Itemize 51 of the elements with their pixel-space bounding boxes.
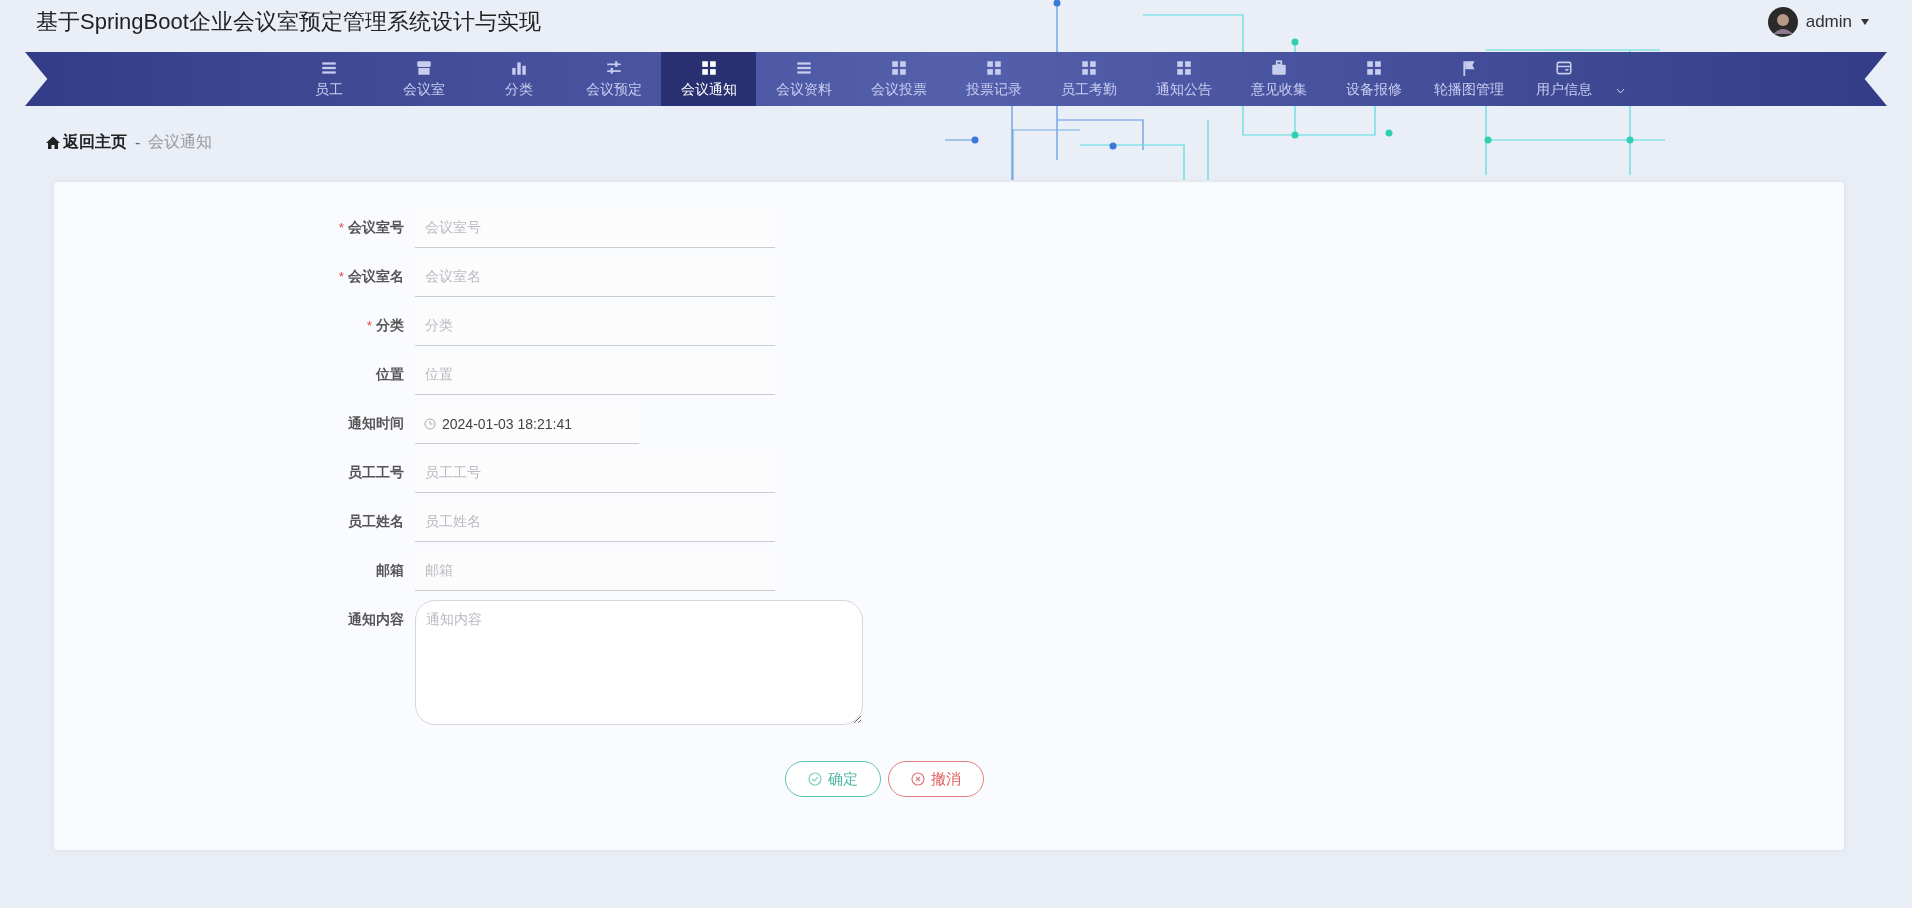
bar-chart-icon (509, 59, 528, 77)
home-icon (46, 136, 60, 149)
nav-tab[interactable]: 员工 (281, 52, 376, 106)
nav-tab[interactable]: 设备报修 (1326, 52, 1421, 106)
grid-icon (889, 59, 908, 77)
app-title: 基于SpringBoot企业会议室预定管理系统设计与实现 (36, 8, 541, 36)
clock-icon (424, 417, 436, 430)
field-label: * 会议室号 (337, 219, 405, 237)
close-circle-icon (910, 772, 925, 786)
field-label: 通知内容 (347, 611, 405, 629)
text-area[interactable]: 通知内容 (415, 600, 863, 725)
nav-tab[interactable]: 轮播图管理 (1421, 52, 1516, 106)
grid-icon (1079, 59, 1098, 77)
field-label: * 会议室名 (337, 268, 405, 286)
nav-tab[interactable]: 会议资料 (756, 52, 851, 106)
grid-icon (1364, 59, 1383, 77)
nav-tab[interactable]: 会议室 (376, 52, 471, 106)
nav-tab[interactable]: 分类 (471, 52, 566, 106)
grid-icon (984, 59, 1003, 77)
list-icon (319, 59, 338, 77)
nav-tab[interactable]: 会议投票 (851, 52, 946, 106)
check-circle-icon (807, 772, 822, 786)
nav-tab[interactable]: 意见收集 (1231, 52, 1326, 106)
field-label: * 分类 (365, 317, 405, 335)
grid-icon (1174, 59, 1193, 77)
home-link[interactable]: 返回主页 (46, 132, 127, 153)
nav-tab[interactable]: 会议通知 (661, 52, 756, 106)
cancel-button[interactable]: 撤消 (887, 761, 984, 797)
caret-icon[interactable] (1860, 18, 1870, 26)
nav-tab[interactable]: 通知公告 (1136, 52, 1231, 106)
card-icon (1554, 59, 1573, 77)
field-label: 位置 (375, 366, 405, 384)
username[interactable]: admin (1805, 12, 1852, 32)
nav-tab[interactable]: 会议预定 (566, 52, 661, 106)
field-label: 员工姓名 (347, 513, 405, 531)
avatar-icon[interactable] (1767, 7, 1798, 37)
briefcase-icon (1269, 59, 1288, 77)
confirm-button[interactable]: 确定 (784, 761, 881, 797)
nav-tab[interactable]: 员工考勤 (1041, 52, 1136, 106)
sliders-icon (604, 59, 623, 77)
list-icon (794, 59, 813, 77)
breadcrumb-current: 会议通知 (148, 132, 213, 152)
chevron-icon (1616, 88, 1625, 94)
store-icon (414, 59, 433, 77)
nav-tab[interactable]: 用户信息 (1516, 52, 1631, 106)
field-label: 邮箱 (375, 562, 405, 580)
field-label: 员工工号 (347, 464, 405, 482)
field-label: 通知时间 (347, 415, 405, 433)
grid-icon (699, 59, 718, 77)
breadcrumb-separator: - (135, 133, 141, 152)
nav-tab[interactable]: 投票记录 (946, 52, 1041, 106)
